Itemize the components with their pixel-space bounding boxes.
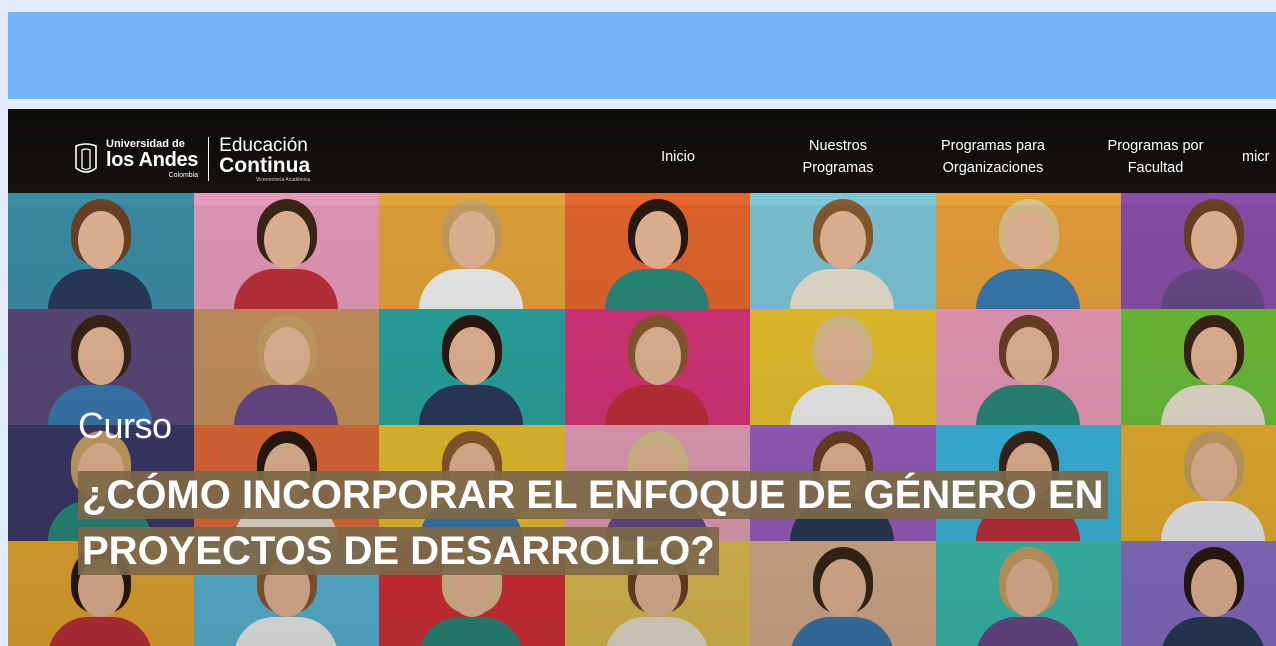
top-banner xyxy=(8,12,1276,99)
brand-sub-text: Vicerrectoría Académica xyxy=(256,176,311,183)
logo-divider xyxy=(208,137,210,181)
nav-item-programas-facultad[interactable]: Programas por Facultad xyxy=(1088,109,1223,205)
course-title-text: ¿CÓMO INCORPORAR EL ENFOQUE DE GÉNERO EN… xyxy=(78,471,1108,575)
course-title: ¿CÓMO INCORPORAR EL ENFOQUE DE GÉNERO EN… xyxy=(78,467,1188,579)
hero-overlay xyxy=(8,205,1276,646)
hero-banner: Curso ¿CÓMO INCORPORAR EL ENFOQUE DE GÉN… xyxy=(8,193,1276,646)
university-main-text: los Andes xyxy=(106,149,199,171)
nav-item-programas-organizaciones[interactable]: Programas para Organizaciones xyxy=(923,109,1063,205)
university-country-text: Colombia xyxy=(168,172,199,179)
course-kicker: Curso xyxy=(78,405,172,446)
nav-item-inicio[interactable]: Inicio xyxy=(628,109,728,205)
brand-wordmark: Educación Continua Vicerrectoría Académi… xyxy=(219,136,310,183)
nav-item-nuestros-programas[interactable]: Nuestros Programas xyxy=(778,109,898,205)
university-wordmark: Universidad de los Andes Colombia xyxy=(106,139,199,180)
navbar: Universidad de los Andes Colombia Educac… xyxy=(8,109,1276,205)
nav-item-micro[interactable]: micr xyxy=(1242,109,1276,205)
brand-top-text: Educación xyxy=(219,134,308,156)
site-logo[interactable]: Universidad de los Andes Colombia Educac… xyxy=(74,131,310,187)
banner-gap xyxy=(8,99,1276,109)
brand-main-text: Continua xyxy=(219,153,311,177)
site-frame: Universidad de los Andes Colombia Educac… xyxy=(8,109,1276,646)
andes-emblem-icon xyxy=(74,141,100,177)
